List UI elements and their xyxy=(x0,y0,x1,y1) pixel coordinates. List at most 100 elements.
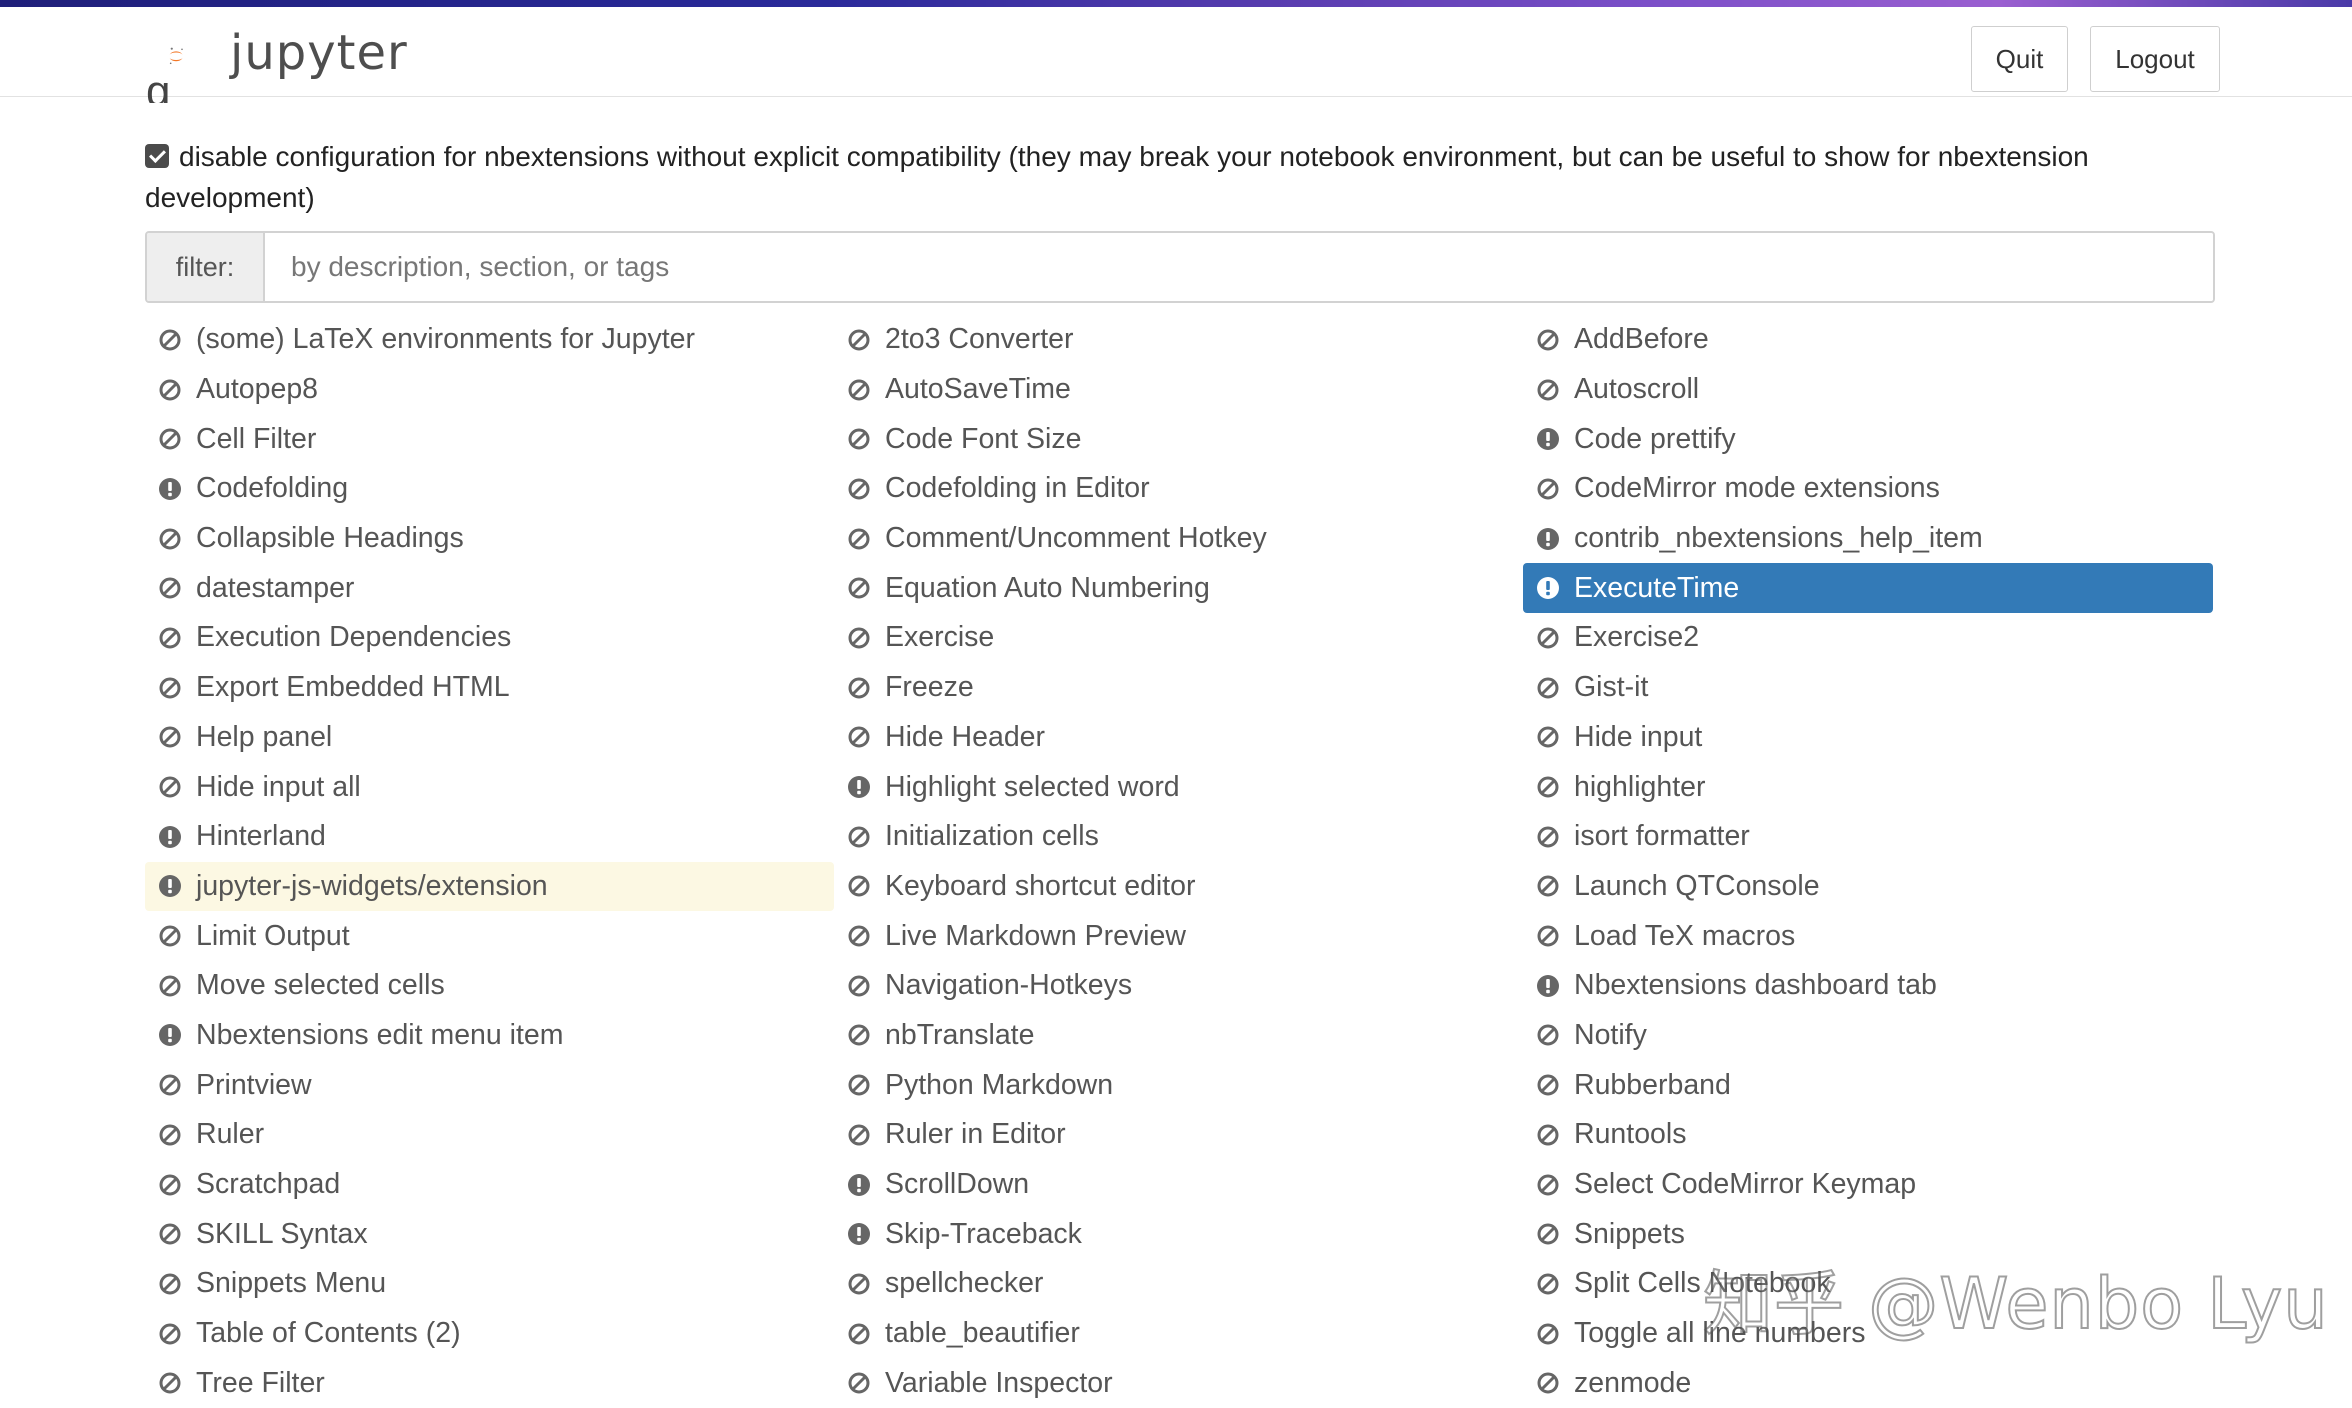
nbextension-item[interactable]: Code Font Size xyxy=(834,414,1523,464)
filter-input[interactable] xyxy=(265,233,2213,301)
ban-icon xyxy=(1537,726,1559,748)
nbextension-item[interactable]: Comment/Uncomment Hotkey xyxy=(834,514,1523,564)
nbextension-item[interactable]: Execution Dependencies xyxy=(145,613,834,663)
nbextension-item[interactable]: Select CodeMirror Keymap xyxy=(1523,1160,2213,1210)
ban-icon xyxy=(1537,875,1559,897)
nbextension-label: Export Embedded HTML xyxy=(196,671,510,704)
nbextension-item[interactable]: Live Markdown Preview xyxy=(834,911,1523,961)
nbextension-item[interactable]: highlighter xyxy=(1523,762,2213,812)
nbextension-label: 2to3 Converter xyxy=(885,323,1074,356)
nbextension-item[interactable]: Highlight selected word xyxy=(834,762,1523,812)
nbextension-item[interactable]: ExecuteTime xyxy=(1523,563,2213,614)
ban-icon xyxy=(159,1273,181,1295)
nbextension-item[interactable]: Hide input all xyxy=(145,762,834,812)
nbextension-item[interactable]: Hide Header xyxy=(834,713,1523,763)
nbextension-item[interactable]: Freeze xyxy=(834,663,1523,713)
nbextension-item[interactable]: Printview xyxy=(145,1060,834,1110)
nbextension-item[interactable]: isort formatter xyxy=(1523,812,2213,862)
nbextension-item[interactable]: Help panel xyxy=(145,713,834,763)
nbextension-item[interactable]: Variable Inspector xyxy=(834,1358,1523,1408)
ban-icon xyxy=(1537,1273,1559,1295)
nbextension-item[interactable]: AddBefore xyxy=(1523,315,2213,365)
nbextension-item[interactable]: AutoSaveTime xyxy=(834,365,1523,415)
nbextension-item[interactable]: contrib_nbextensions_help_item xyxy=(1523,514,2213,564)
nbextension-item[interactable]: Runtools xyxy=(1523,1110,2213,1160)
nbextension-item[interactable]: Scratchpad xyxy=(145,1160,834,1210)
ban-icon xyxy=(159,329,181,351)
ban-icon xyxy=(848,528,870,550)
nbextension-item[interactable]: Code prettify xyxy=(1523,414,2213,464)
ban-icon xyxy=(159,627,181,649)
nbextension-label: Variable Inspector xyxy=(885,1366,1113,1399)
nbextension-item[interactable]: Collapsible Headings xyxy=(145,514,834,564)
nbextension-item[interactable]: SKILL Syntax xyxy=(145,1209,834,1259)
compat-label: disable configuration for nbextensions w… xyxy=(145,141,2089,213)
exclamation-icon xyxy=(159,875,181,898)
ban-icon xyxy=(159,1174,181,1196)
nbextension-item[interactable]: Gist-it xyxy=(1523,663,2213,713)
nbextension-item[interactable]: Snippets Menu xyxy=(145,1259,834,1309)
nbextension-item[interactable]: Python Markdown xyxy=(834,1060,1523,1110)
nbextension-item[interactable]: Exercise2 xyxy=(1523,613,2213,663)
header-bar: g jupyter Quit Logout xyxy=(0,7,2352,103)
ban-icon xyxy=(159,379,181,401)
nbextension-label: spellchecker xyxy=(885,1267,1044,1300)
nbextension-label: Highlight selected word xyxy=(885,770,1180,803)
nbextension-item[interactable]: Autopep8 xyxy=(145,365,834,415)
exclamation-icon xyxy=(1537,527,1559,550)
ban-icon xyxy=(159,1124,181,1146)
nbextension-label: Move selected cells xyxy=(196,969,445,1002)
nbextension-item[interactable]: Rubberband xyxy=(1523,1060,2213,1110)
ban-icon xyxy=(848,1372,870,1394)
nbextension-item[interactable]: Equation Auto Numbering xyxy=(834,563,1523,613)
nbextension-item[interactable]: Move selected cells xyxy=(145,961,834,1011)
nbextension-item[interactable]: spellchecker xyxy=(834,1259,1523,1309)
nbextension-item[interactable]: Hide input xyxy=(1523,713,2213,763)
quit-button[interactable]: Quit xyxy=(1971,26,2068,92)
nbextension-item[interactable]: table_beautifier xyxy=(834,1309,1523,1359)
nbextension-item[interactable]: (some) LaTeX environments for Jupyter xyxy=(145,315,834,365)
nbextension-item[interactable]: Keyboard shortcut editor xyxy=(834,862,1523,912)
logout-button[interactable]: Logout xyxy=(2090,26,2220,92)
nbextension-item[interactable]: Launch QTConsole xyxy=(1523,862,2213,912)
nbextension-item[interactable]: Ruler in Editor xyxy=(834,1110,1523,1160)
nbextension-item[interactable]: Table of Contents (2) xyxy=(145,1309,834,1359)
nbextension-label: Hide input all xyxy=(196,770,361,803)
nbextension-item[interactable]: Ruler xyxy=(145,1110,834,1160)
nbextension-label: ScrollDown xyxy=(885,1168,1030,1201)
nbextension-label: Help panel xyxy=(196,720,333,753)
nbextension-label: Skip-Traceback xyxy=(885,1217,1082,1250)
nbextension-item[interactable]: datestamper xyxy=(145,563,834,613)
nbextension-item[interactable]: zenmode xyxy=(1523,1358,2213,1408)
ban-icon xyxy=(848,329,870,351)
nbextension-item[interactable]: nbTranslate xyxy=(834,1011,1523,1061)
nbextension-item[interactable]: ScrollDown xyxy=(834,1160,1523,1210)
exclamation-icon xyxy=(848,1173,870,1196)
nbextension-item[interactable]: jupyter-js-widgets/extension xyxy=(145,861,834,912)
nbextension-item[interactable]: Initialization cells xyxy=(834,812,1523,862)
nbextension-item[interactable]: Limit Output xyxy=(145,911,834,961)
nbextension-item[interactable]: Navigation-Hotkeys xyxy=(834,961,1523,1011)
ban-icon xyxy=(159,726,181,748)
nbextension-item[interactable]: 2to3 Converter xyxy=(834,315,1523,365)
nbextension-item[interactable]: Codefolding in Editor xyxy=(834,464,1523,514)
jupyter-logo-text[interactable]: jupyter xyxy=(230,25,408,81)
nbextension-item[interactable]: Cell Filter xyxy=(145,414,834,464)
nbextension-item[interactable]: Nbextensions dashboard tab xyxy=(1523,961,2213,1011)
nbextension-item[interactable]: Notify xyxy=(1523,1011,2213,1061)
nbextension-item[interactable]: Export Embedded HTML xyxy=(145,663,834,713)
nbextension-item[interactable]: Load TeX macros xyxy=(1523,911,2213,961)
jupyter-logo-icon[interactable] xyxy=(168,21,238,91)
compat-checkbox[interactable] xyxy=(145,144,169,168)
nbextension-item[interactable]: Autoscroll xyxy=(1523,365,2213,415)
nbextension-item[interactable]: Nbextensions edit menu item xyxy=(145,1011,834,1061)
nbextension-item[interactable]: Hinterland xyxy=(145,812,834,862)
nbextension-item[interactable]: Codefolding xyxy=(145,464,834,514)
nbextension-item[interactable]: Skip-Traceback xyxy=(834,1209,1523,1259)
ban-icon xyxy=(159,925,181,947)
nbextension-item[interactable]: Tree Filter xyxy=(145,1358,834,1408)
nbextension-label: Code Font Size xyxy=(885,422,1082,455)
ban-icon xyxy=(848,975,870,997)
nbextension-item[interactable]: CodeMirror mode extensions xyxy=(1523,464,2213,514)
nbextension-item[interactable]: Exercise xyxy=(834,613,1523,663)
